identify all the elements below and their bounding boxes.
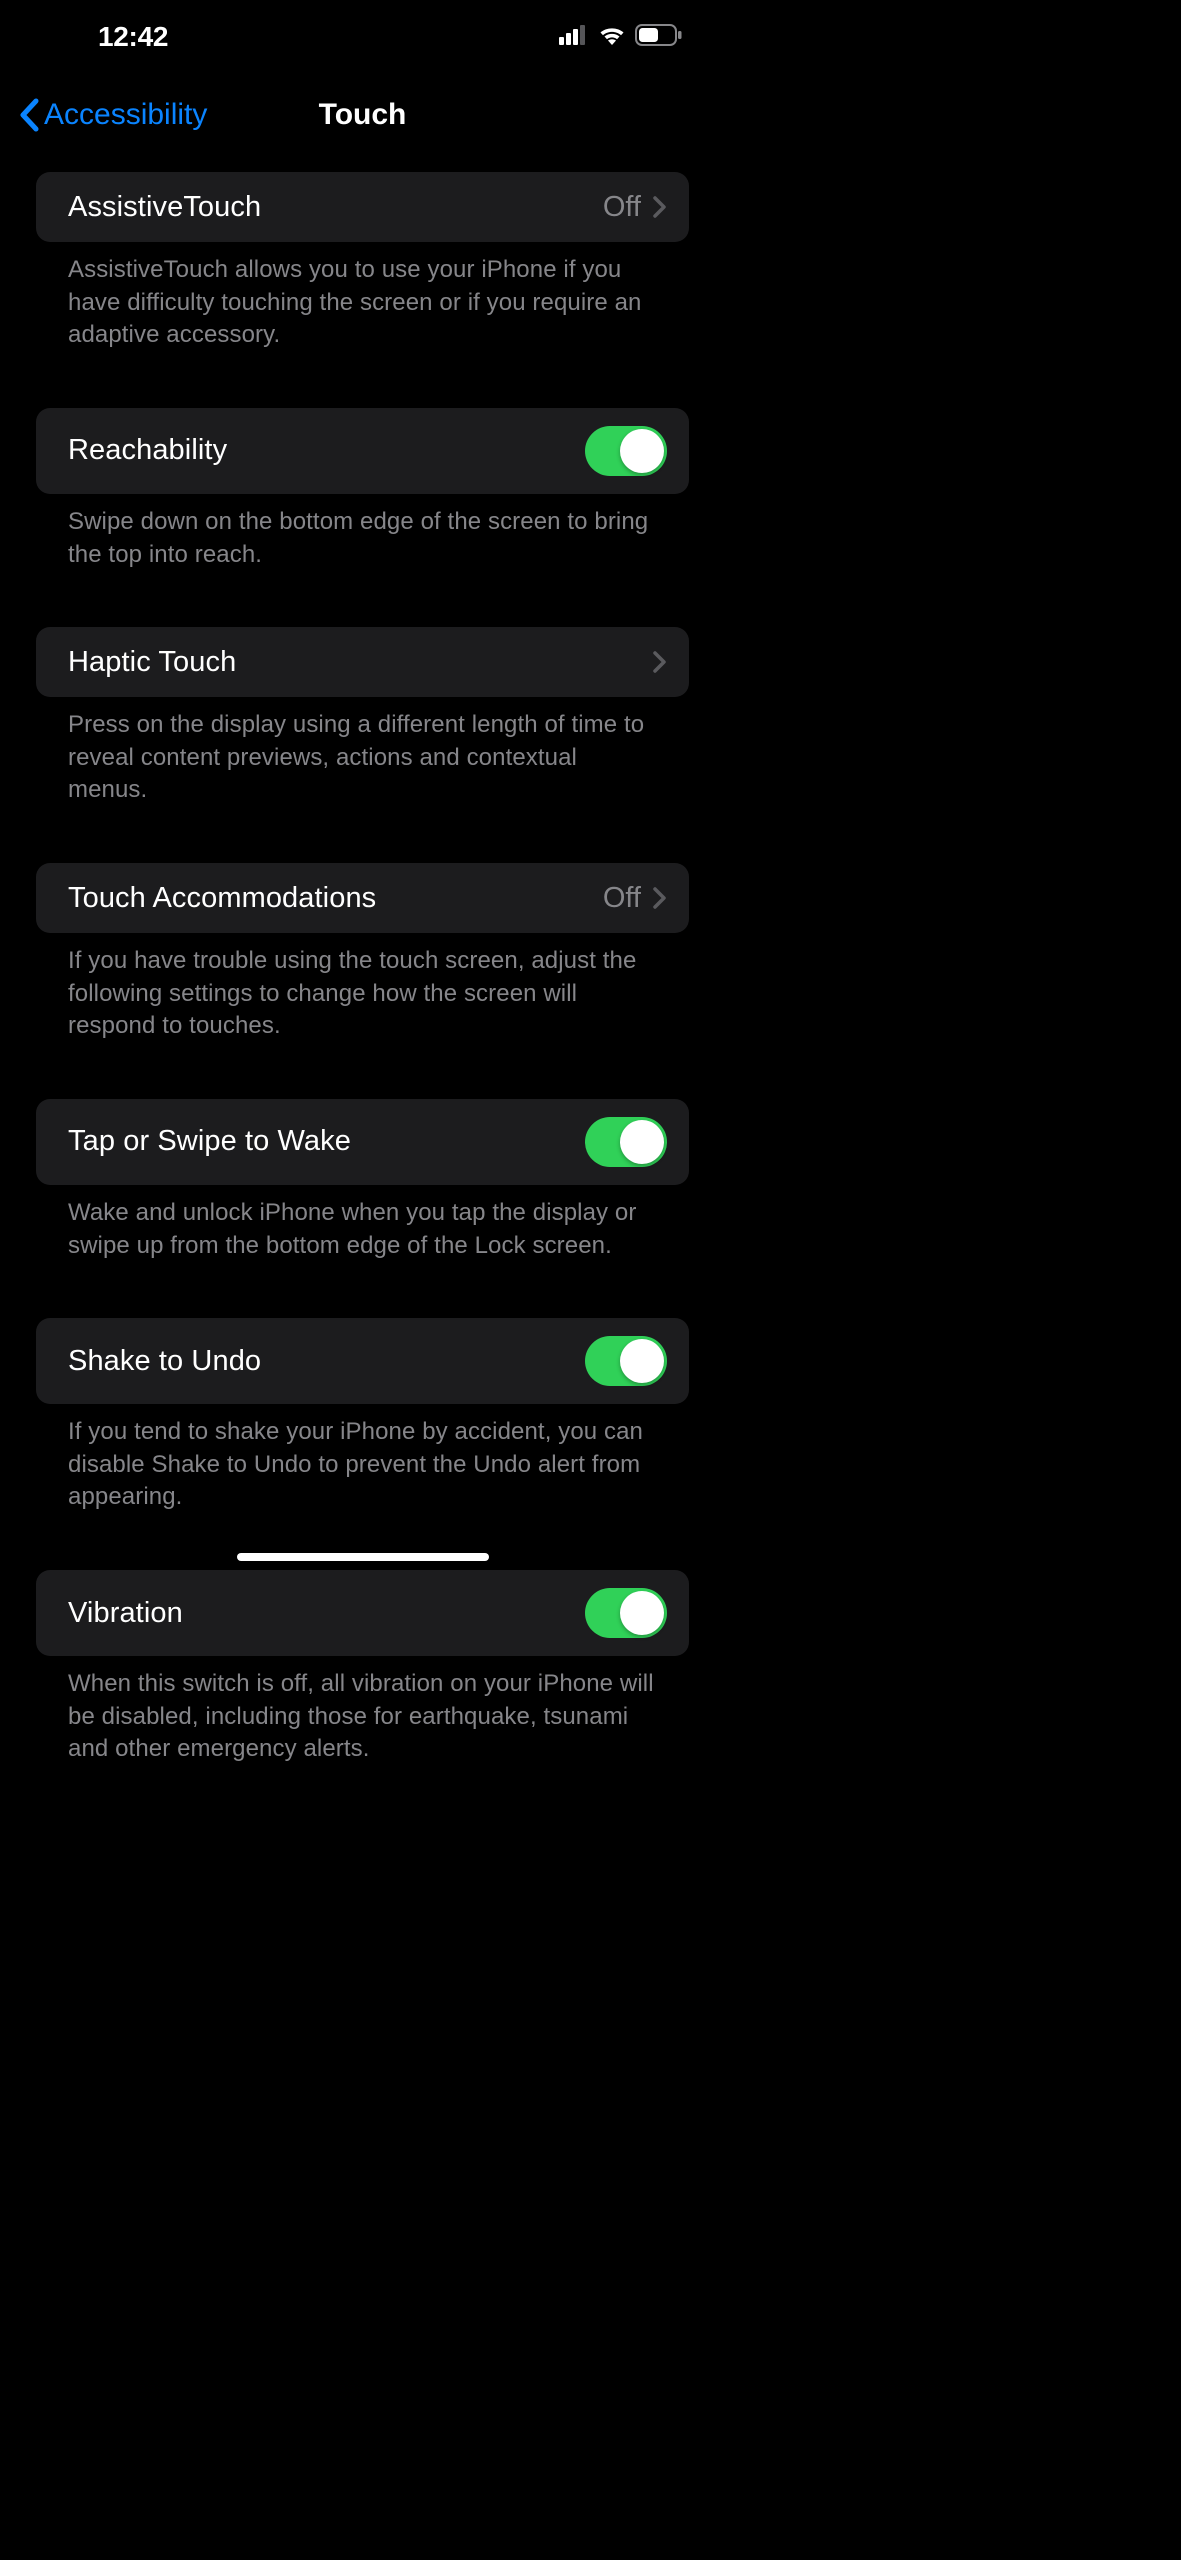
setting-group-haptic-touch: Haptic Touch Press on the display using … (36, 627, 689, 807)
page-title: Touch (319, 98, 407, 132)
label-tap-swipe-wake: Tap or Swipe to Wake (68, 1125, 351, 1158)
label-touch-accommodations: Touch Accommodations (68, 882, 376, 915)
setting-group-vibration: Vibration When this switch is off, all v… (36, 1570, 689, 1766)
back-button[interactable]: Accessibility (18, 98, 207, 132)
content: AssistiveTouch Off AssistiveTouch allows… (0, 156, 725, 1766)
desc-haptic-touch: Press on the display using a different l… (36, 697, 689, 807)
value-assistive-touch: Off (603, 191, 641, 224)
setting-group-touch-accommodations: Touch Accommodations Off If you have tro… (36, 863, 689, 1043)
row-reachability: Reachability (36, 408, 689, 494)
battery-icon (635, 24, 683, 51)
label-vibration: Vibration (68, 1597, 183, 1630)
row-assistive-touch[interactable]: AssistiveTouch Off (36, 172, 689, 242)
wifi-icon (597, 24, 627, 51)
setting-group-reachability: Reachability Swipe down on the bottom ed… (36, 408, 689, 571)
cellular-icon (559, 25, 589, 50)
row-haptic-touch[interactable]: Haptic Touch (36, 627, 689, 697)
status-time: 12:42 (36, 21, 168, 53)
toggle-vibration[interactable] (585, 1588, 667, 1638)
row-shake-undo: Shake to Undo (36, 1318, 689, 1404)
row-tap-swipe-wake: Tap or Swipe to Wake (36, 1099, 689, 1185)
label-haptic-touch: Haptic Touch (68, 646, 236, 679)
chevron-right-icon (653, 195, 667, 219)
desc-reachability: Swipe down on the bottom edge of the scr… (36, 494, 689, 571)
desc-tap-swipe-wake: Wake and unlock iPhone when you tap the … (36, 1185, 689, 1262)
label-assistive-touch: AssistiveTouch (68, 191, 261, 224)
toggle-shake-undo[interactable] (585, 1336, 667, 1386)
toggle-reachability[interactable] (585, 426, 667, 476)
row-vibration: Vibration (36, 1570, 689, 1656)
setting-group-shake-undo: Shake to Undo If you tend to shake your … (36, 1318, 689, 1514)
desc-assistive-touch: AssistiveTouch allows you to use your iP… (36, 242, 689, 352)
setting-group-assistive-touch: AssistiveTouch Off AssistiveTouch allows… (36, 172, 689, 352)
back-label: Accessibility (44, 98, 207, 132)
desc-touch-accommodations: If you have trouble using the touch scre… (36, 933, 689, 1043)
home-indicator[interactable] (237, 1553, 489, 1561)
chevron-right-icon (653, 650, 667, 674)
status-bar: 12:42 (0, 0, 725, 60)
label-reachability: Reachability (68, 434, 227, 467)
desc-vibration: When this switch is off, all vibration o… (36, 1656, 689, 1766)
label-shake-undo: Shake to Undo (68, 1345, 261, 1378)
nav-bar: Accessibility Touch (0, 60, 725, 156)
chevron-right-icon (653, 886, 667, 910)
value-touch-accommodations: Off (603, 882, 641, 915)
status-icons (559, 24, 689, 51)
toggle-tap-swipe-wake[interactable] (585, 1117, 667, 1167)
setting-group-tap-swipe-wake: Tap or Swipe to Wake Wake and unlock iPh… (36, 1099, 689, 1262)
desc-shake-undo: If you tend to shake your iPhone by acci… (36, 1404, 689, 1514)
chevron-left-icon (18, 98, 40, 132)
row-touch-accommodations[interactable]: Touch Accommodations Off (36, 863, 689, 933)
